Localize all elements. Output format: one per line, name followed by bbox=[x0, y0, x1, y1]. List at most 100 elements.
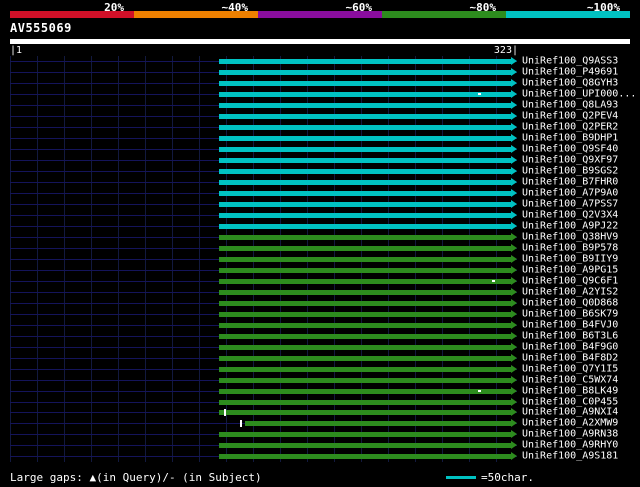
alignment-bar[interactable] bbox=[219, 81, 511, 87]
alignment-row[interactable]: UniRef100_Q38HV9 bbox=[10, 231, 640, 242]
alignment-bar[interactable] bbox=[219, 267, 511, 273]
subject-label[interactable]: UniRef100_B9IIY9 bbox=[522, 253, 618, 264]
alignment-row[interactable]: UniRef100_Q2PEV4 bbox=[10, 111, 640, 122]
alignment-bar[interactable] bbox=[219, 399, 511, 405]
alignment-bar[interactable] bbox=[219, 410, 511, 416]
alignment-row[interactable]: UniRef100_Q2PER2 bbox=[10, 122, 640, 133]
alignment-row[interactable]: UniRef100_Q8GYH3 bbox=[10, 78, 640, 89]
alignment-row[interactable]: UniRef100_C5WX74 bbox=[10, 374, 640, 385]
alignment-bar[interactable] bbox=[219, 432, 511, 438]
subject-label[interactable]: UniRef100_A2YIS2 bbox=[522, 286, 618, 297]
alignment-bar[interactable] bbox=[219, 443, 511, 449]
alignment-bar[interactable] bbox=[219, 388, 511, 394]
subject-label[interactable]: UniRef100_Q9C6F1 bbox=[522, 275, 618, 286]
alignment-bar[interactable] bbox=[219, 213, 511, 219]
alignment-row[interactable]: UniRef100_B6SK79 bbox=[10, 308, 640, 319]
alignment-bar[interactable] bbox=[219, 59, 511, 65]
alignment-bar[interactable] bbox=[219, 289, 511, 295]
subject-label[interactable]: UniRef100_A9PG15 bbox=[522, 264, 618, 275]
alignment-bar[interactable] bbox=[219, 114, 511, 120]
alignment-row[interactable]: UniRef100_B9IIY9 bbox=[10, 253, 640, 264]
alignment-row[interactable]: UniRef100_B6T3L6 bbox=[10, 330, 640, 341]
alignment-bar[interactable] bbox=[219, 366, 511, 372]
subject-label[interactable]: UniRef100_B6T3L6 bbox=[522, 330, 618, 341]
alignment-row[interactable]: UniRef100_A9RHY0 bbox=[10, 440, 640, 451]
subject-label[interactable]: UniRef100_B9DHP1 bbox=[522, 133, 618, 144]
subject-label[interactable]: UniRef100_Q2PEV4 bbox=[522, 111, 618, 122]
subject-label[interactable]: UniRef100_Q2PER2 bbox=[522, 122, 618, 133]
alignment-row[interactable]: UniRef100_A9PJ22 bbox=[10, 221, 640, 232]
alignment-bar[interactable] bbox=[219, 136, 511, 142]
subject-label[interactable]: UniRef100_Q7Y1I5 bbox=[522, 363, 618, 374]
subject-label[interactable]: UniRef100_B4F9G0 bbox=[522, 341, 618, 352]
alignment-row[interactable]: UniRef100_A9PG15 bbox=[10, 264, 640, 275]
alignment-bar[interactable] bbox=[219, 191, 511, 197]
alignment-row[interactable]: UniRef100_B7FHR0 bbox=[10, 177, 640, 188]
subject-label[interactable]: UniRef100_A7P9A0 bbox=[522, 188, 618, 199]
alignment-row[interactable]: UniRef100_Q9SF40 bbox=[10, 144, 640, 155]
alignment-row[interactable]: UniRef100_C0P455 bbox=[10, 396, 640, 407]
subject-label[interactable]: UniRef100_Q9ASS3 bbox=[522, 56, 618, 67]
subject-label[interactable]: UniRef100_B7FHR0 bbox=[522, 177, 618, 188]
alignment-row[interactable]: UniRef100_B8LK49 bbox=[10, 385, 640, 396]
alignment-bar[interactable] bbox=[219, 377, 511, 383]
alignment-bar[interactable] bbox=[219, 70, 511, 76]
alignment-row[interactable]: UniRef100_A7PSS7 bbox=[10, 199, 640, 210]
alignment-row[interactable]: UniRef100_A7P9A0 bbox=[10, 188, 640, 199]
subject-label[interactable]: UniRef100_Q38HV9 bbox=[522, 231, 618, 242]
alignment-bar[interactable] bbox=[219, 202, 511, 208]
alignment-row[interactable]: UniRef100_B9P578 bbox=[10, 242, 640, 253]
alignment-row[interactable]: UniRef100_A9S181 bbox=[10, 451, 640, 462]
alignment-row[interactable]: UniRef100_Q0D868 bbox=[10, 297, 640, 308]
alignment-row[interactable]: UniRef100_A9RN38 bbox=[10, 429, 640, 440]
subject-label[interactable]: UniRef100_Q9SF40 bbox=[522, 144, 618, 155]
alignment-row[interactable]: UniRef100_UPI000... bbox=[10, 89, 640, 100]
subject-label[interactable]: UniRef100_C0P455 bbox=[522, 396, 618, 407]
alignment-row[interactable]: UniRef100_B9DHP1 bbox=[10, 133, 640, 144]
subject-label[interactable]: UniRef100_A9RN38 bbox=[522, 429, 618, 440]
alignment-bar[interactable] bbox=[219, 103, 511, 109]
subject-label[interactable]: UniRef100_A9PJ22 bbox=[522, 221, 618, 232]
subject-label[interactable]: UniRef100_B4F8D2 bbox=[522, 352, 618, 363]
alignment-bar[interactable] bbox=[244, 421, 511, 427]
alignment-bar[interactable] bbox=[219, 125, 511, 131]
alignment-bar[interactable] bbox=[219, 454, 511, 460]
subject-label[interactable]: UniRef100_Q8GYH3 bbox=[522, 78, 618, 89]
alignment-row[interactable]: UniRef100_B4F8D2 bbox=[10, 352, 640, 363]
subject-label[interactable]: UniRef100_A9NXI4 bbox=[522, 407, 618, 418]
alignment-row[interactable]: UniRef100_Q9ASS3 bbox=[10, 56, 640, 67]
alignment-bar[interactable] bbox=[219, 245, 511, 251]
alignment-row[interactable]: UniRef100_Q8LA93 bbox=[10, 100, 640, 111]
alignment-bar[interactable] bbox=[219, 300, 511, 306]
alignment-row[interactable]: UniRef100_Q9XF97 bbox=[10, 155, 640, 166]
alignment-row[interactable]: UniRef100_B4FVJ0 bbox=[10, 319, 640, 330]
alignment-bar[interactable] bbox=[219, 278, 511, 284]
subject-label[interactable]: UniRef100_A9S181 bbox=[522, 451, 618, 462]
subject-label[interactable]: UniRef100_B6SK79 bbox=[522, 308, 618, 319]
subject-label[interactable]: UniRef100_Q0D868 bbox=[522, 297, 618, 308]
alignment-bar[interactable] bbox=[219, 311, 511, 317]
subject-label[interactable]: UniRef100_A7PSS7 bbox=[522, 199, 618, 210]
alignment-bar[interactable] bbox=[219, 333, 511, 339]
alignment-bar[interactable] bbox=[219, 256, 511, 262]
alignment-bar[interactable] bbox=[219, 158, 511, 164]
alignment-bar[interactable] bbox=[219, 92, 511, 98]
subject-label[interactable]: UniRef100_C5WX74 bbox=[522, 374, 618, 385]
subject-label[interactable]: UniRef100_B9SGS2 bbox=[522, 166, 618, 177]
alignment-row[interactable]: UniRef100_B4F9G0 bbox=[10, 341, 640, 352]
alignment-row[interactable]: UniRef100_Q2V3X4 bbox=[10, 210, 640, 221]
subject-label[interactable]: UniRef100_UPI000... bbox=[522, 89, 636, 100]
subject-label[interactable]: UniRef100_A9RHY0 bbox=[522, 440, 618, 451]
alignment-row[interactable]: UniRef100_A2XMW9 bbox=[10, 418, 640, 429]
alignment-row[interactable]: UniRef100_B9SGS2 bbox=[10, 166, 640, 177]
subject-label[interactable]: UniRef100_Q8LA93 bbox=[522, 100, 618, 111]
alignment-row[interactable]: UniRef100_Q9C6F1 bbox=[10, 275, 640, 286]
alignment-bar[interactable] bbox=[219, 234, 511, 240]
alignment-bar[interactable] bbox=[219, 169, 511, 175]
subject-label[interactable]: UniRef100_P49691 bbox=[522, 67, 618, 78]
alignment-row[interactable]: UniRef100_Q7Y1I5 bbox=[10, 363, 640, 374]
alignment-bar[interactable] bbox=[219, 344, 511, 350]
subject-label[interactable]: UniRef100_A2XMW9 bbox=[522, 418, 618, 429]
alignment-bar[interactable] bbox=[219, 147, 511, 153]
subject-label[interactable]: UniRef100_Q9XF97 bbox=[522, 155, 618, 166]
